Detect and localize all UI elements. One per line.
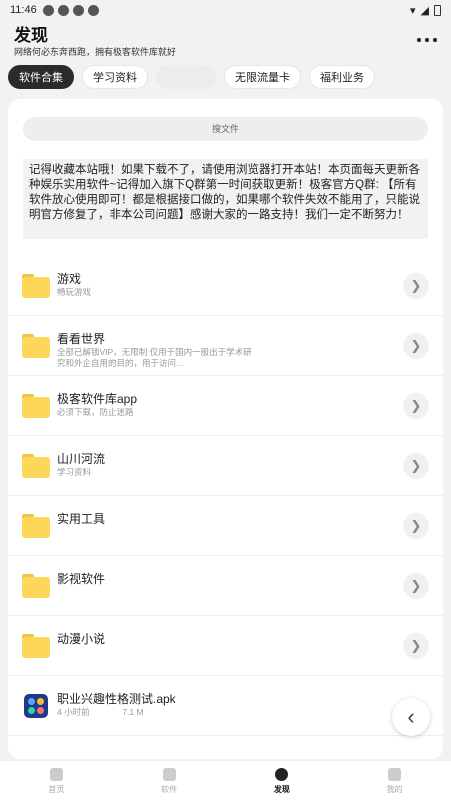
telegram-icon <box>57 4 69 16</box>
chevron-right-icon[interactable]: ❯ <box>403 453 429 479</box>
status-bar: 11:46 ▾ ◢ <box>0 0 451 20</box>
list-item-title: 影视软件 <box>57 572 106 586</box>
file-list: 游戏 畅玩游戏 ❯ 看看世界 全部已解锁VIP，无限制 仅用于国内一般出于学术研… <box>8 256 443 736</box>
list-item-game[interactable]: 游戏 畅玩游戏 ❯ <box>8 256 443 316</box>
list-item-desc: 学习资料 <box>57 467 92 477</box>
folder-icon <box>22 574 50 598</box>
tab-welfare-business[interactable]: 福利业务 <box>309 65 375 89</box>
folder-icon <box>22 274 50 298</box>
nav-label: 首页 <box>48 785 65 794</box>
category-tabs: 软件合集 学习资料 无限流量卡 福利业务 <box>0 65 451 91</box>
page-subtitle: 网络何必东奔西跑，拥有极客软件库就好 <box>14 47 177 57</box>
signal-icon: ◢ <box>420 4 429 17</box>
nav-label: 发现 <box>273 785 290 794</box>
wifi-icon: ▾ <box>410 4 416 17</box>
dot-icon <box>433 38 437 42</box>
list-item-see-world[interactable]: 看看世界 全部已解锁VIP，无限制 仅用于国内一般出于学术研究和外企自用的目的，… <box>8 316 443 376</box>
list-item-mountains-rivers[interactable]: 山川河流 学习资料 ❯ <box>8 436 443 496</box>
list-item-title: 动漫小说 <box>57 632 106 646</box>
list-item-title: 极客软件库app <box>57 392 138 406</box>
bottom-nav: 首页 软件 发现 我的 <box>0 760 451 802</box>
list-item-desc: 必须下载，防止迷路 <box>57 407 134 417</box>
user-icon <box>388 768 402 781</box>
list-item-geek-app[interactable]: 极客软件库app 必须下载，防止迷路 ❯ <box>8 376 443 436</box>
telegram-icon <box>72 4 84 16</box>
list-item-video-software[interactable]: 影视软件 ❯ <box>8 556 443 616</box>
more-menu-button[interactable] <box>417 32 437 48</box>
nav-mine[interactable]: 我的 <box>338 761 451 802</box>
chevron-right-icon[interactable]: ❯ <box>403 633 429 659</box>
folder-icon <box>22 514 50 538</box>
list-item-anime-novels[interactable]: 动漫小说 ❯ <box>8 616 443 676</box>
dot-icon <box>425 38 429 42</box>
nav-software[interactable]: 软件 <box>113 761 226 802</box>
list-item-meta: 4 小时前 7.1 M <box>57 707 257 718</box>
list-item-title: 山川河流 <box>57 452 106 466</box>
chevron-right-icon[interactable]: ❯ <box>403 333 429 359</box>
tab-unlimited-data-card[interactable]: 无限流量卡 <box>224 65 301 89</box>
search-input[interactable] <box>23 117 428 141</box>
folder-icon <box>22 394 50 418</box>
apk-time: 4 小时前 <box>57 707 90 717</box>
tab-software-collection[interactable]: 软件合集 <box>8 65 74 89</box>
chevron-right-icon[interactable]: ❯ <box>403 513 429 539</box>
folder-icon <box>22 634 50 658</box>
list-item-desc: 全部已解锁VIP，无限制 仅用于国内一般出于学术研究和外企自用的目的，用于访问.… <box>57 347 252 368</box>
status-time: 11:46 <box>10 4 37 16</box>
notification-icon <box>42 4 54 16</box>
chevron-right-icon[interactable]: ❯ <box>403 393 429 419</box>
nav-label: 我的 <box>386 785 403 794</box>
list-item-desc: 畅玩游戏 <box>57 287 92 297</box>
android-icon <box>87 4 99 16</box>
chevron-right-icon[interactable]: ❯ <box>403 573 429 599</box>
page-title: 发现 <box>14 26 48 45</box>
chevron-right-icon[interactable]: ❯ <box>403 273 429 299</box>
nav-label: 软件 <box>161 785 178 794</box>
compass-icon <box>275 768 289 781</box>
apk-size: 7.1 M <box>122 707 144 717</box>
list-item-title: 实用工具 <box>57 512 106 526</box>
battery-icon <box>434 4 441 16</box>
notice-text: 记得收藏本站哦！如果下载不了，请使用浏览器打开本站！本页面每天更新各种娱乐实用软… <box>23 159 428 239</box>
tab-redacted[interactable] <box>156 65 216 89</box>
apk-app-icon <box>24 694 48 718</box>
folder-icon <box>22 334 50 358</box>
list-item-apk[interactable]: 职业兴趣性格测试.apk 4 小时前 7.1 M <box>8 676 443 736</box>
dot-icon <box>417 38 421 42</box>
content-card: 记得收藏本站哦！如果下载不了，请使用浏览器打开本站！本页面每天更新各种娱乐实用软… <box>8 99 443 759</box>
list-item-title: 职业兴趣性格测试.apk <box>57 692 176 706</box>
nav-discover[interactable]: 发现 <box>226 761 339 802</box>
list-item-title: 游戏 <box>57 272 82 286</box>
tab-study-materials[interactable]: 学习资料 <box>82 65 148 89</box>
home-icon <box>49 768 63 781</box>
list-item-title: 看看世界 <box>57 332 106 346</box>
grid-icon <box>162 768 176 781</box>
list-item-utilities[interactable]: 实用工具 ❯ <box>8 496 443 556</box>
page-header: 发现 网络何必东奔西跑，拥有极客软件库就好 <box>0 20 451 60</box>
folder-icon <box>22 454 50 478</box>
back-button[interactable]: ‹ <box>392 698 430 736</box>
nav-home[interactable]: 首页 <box>0 761 113 802</box>
